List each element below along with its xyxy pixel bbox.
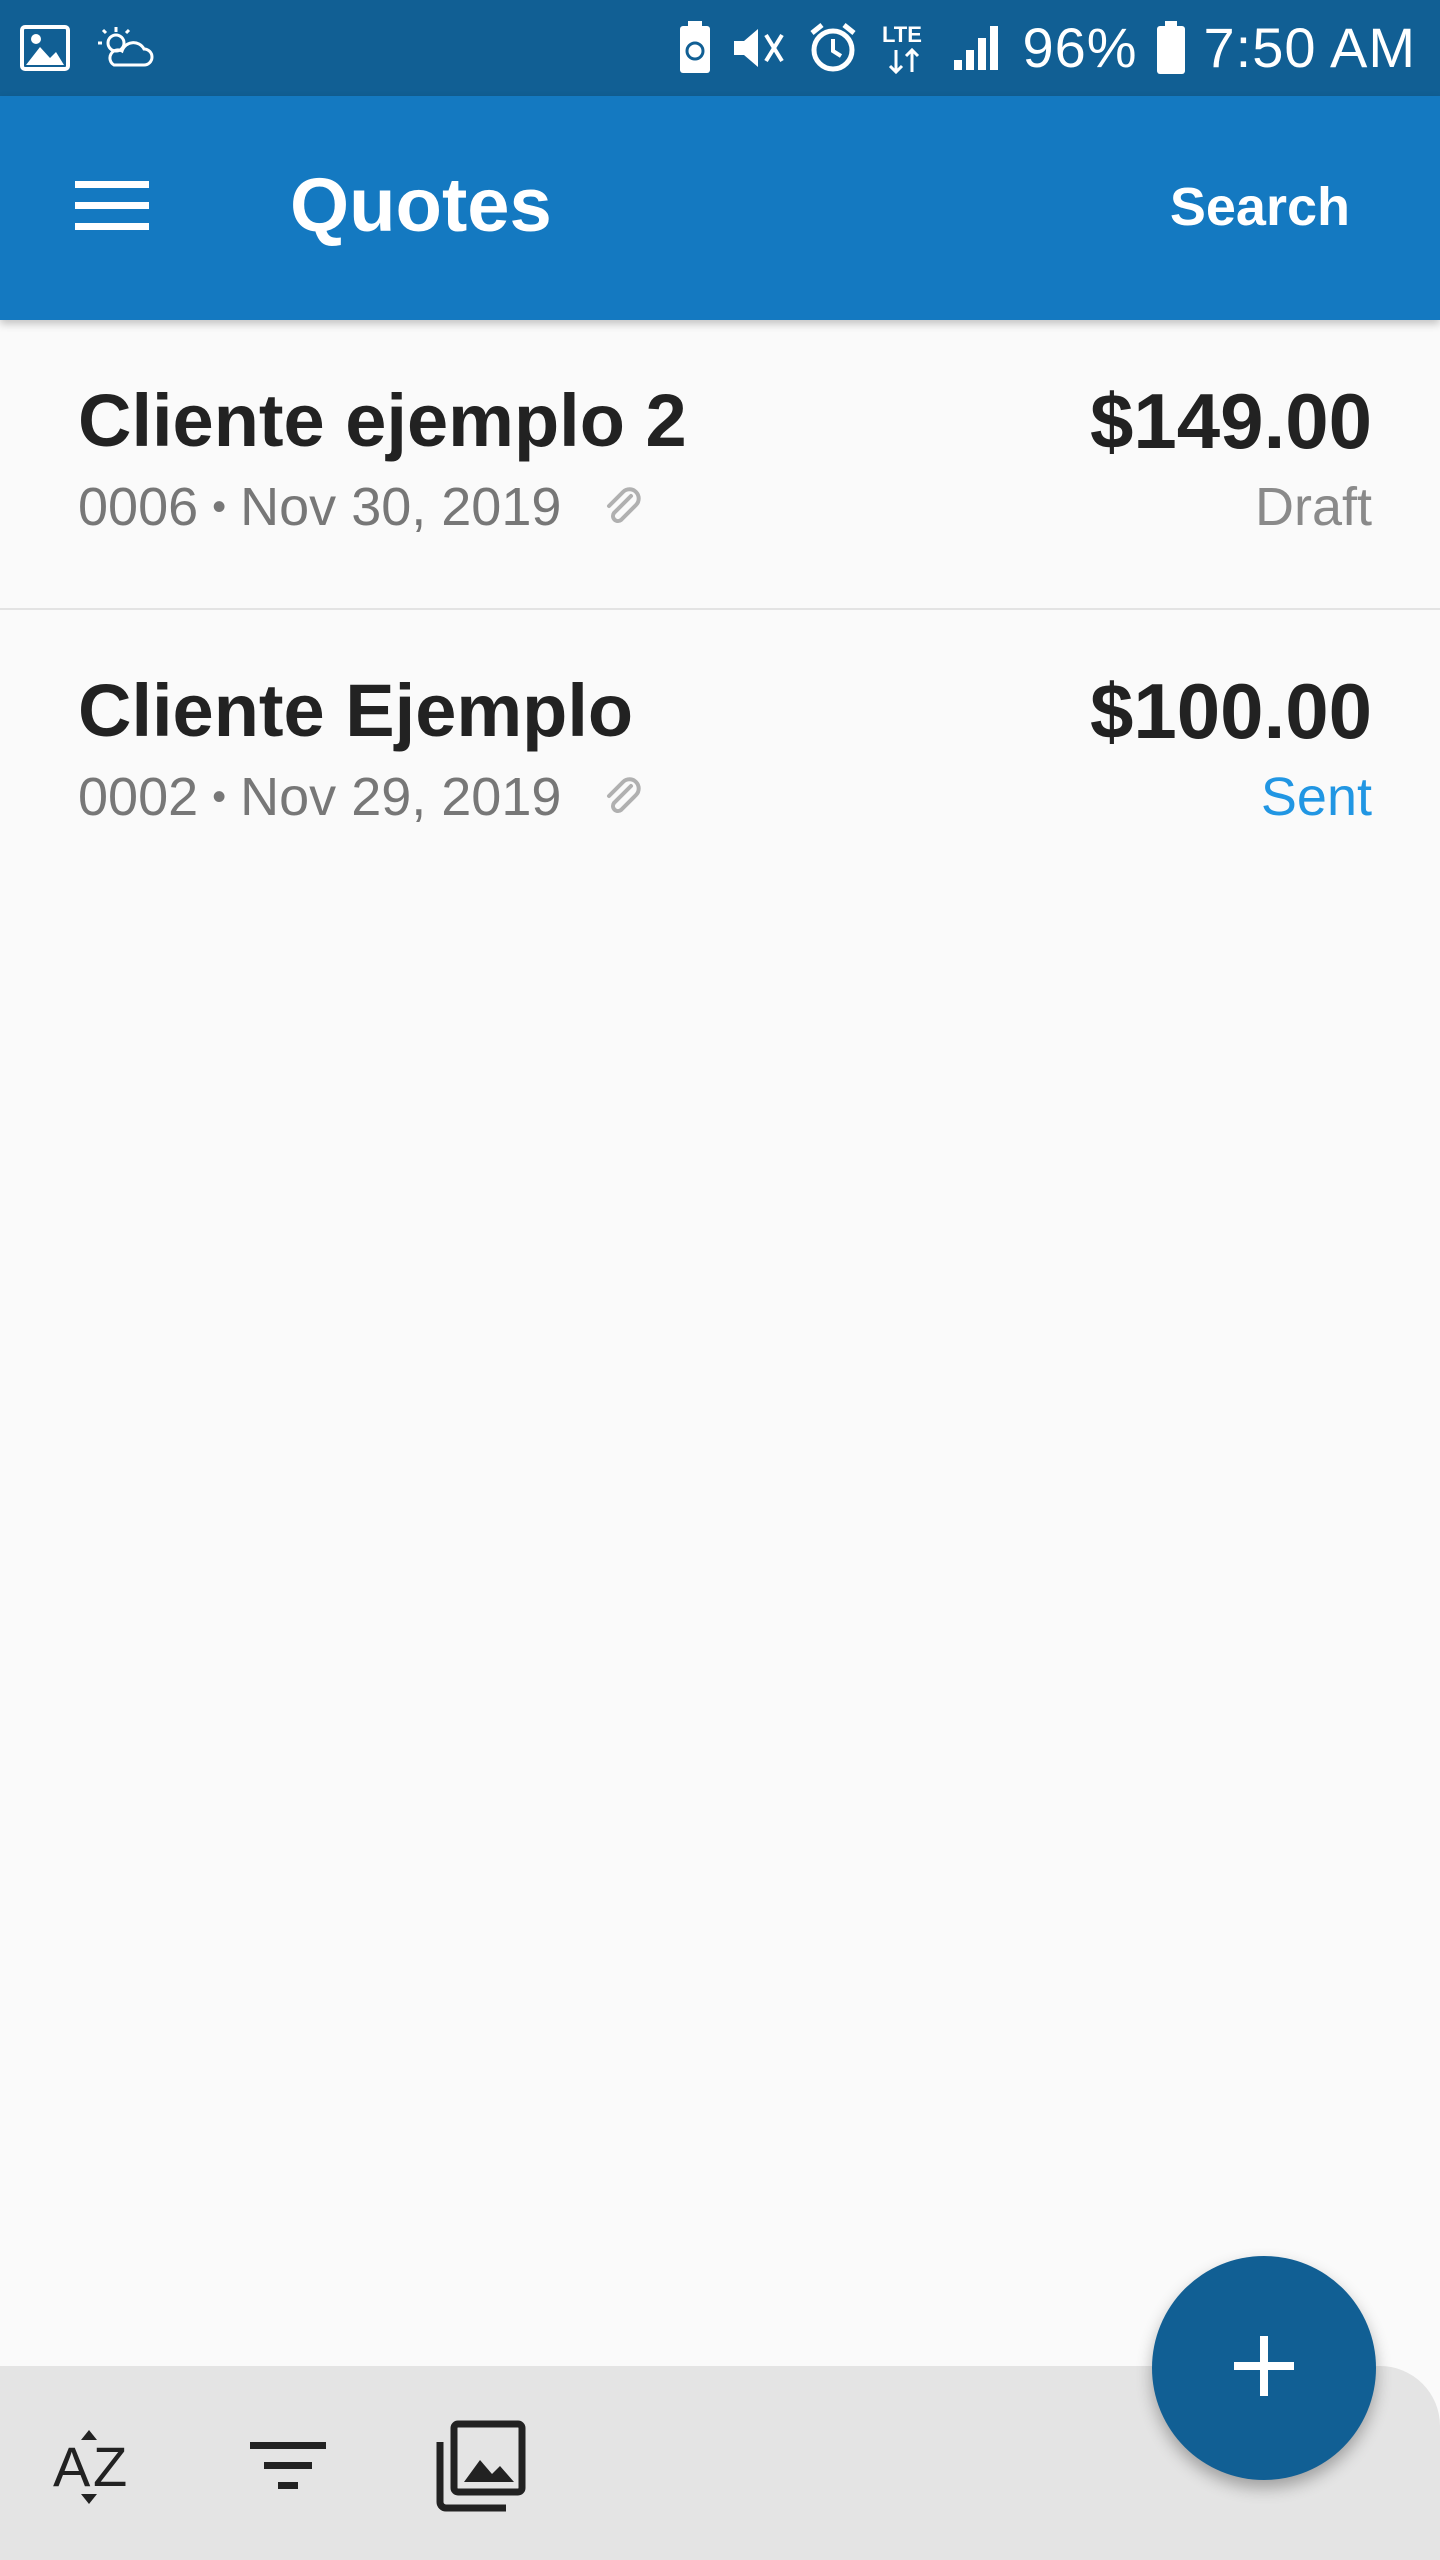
alarm-icon xyxy=(806,21,860,75)
attachment-icon xyxy=(601,776,643,818)
quote-date: Nov 30, 2019 xyxy=(240,477,562,537)
mute-icon xyxy=(730,23,788,73)
filter-icon xyxy=(250,2440,326,2497)
lte-icon: LTE xyxy=(878,20,934,76)
svg-text:A: A xyxy=(53,2435,91,2498)
status-left-icons xyxy=(20,25,154,71)
separator-dot: • xyxy=(212,485,227,529)
sort-az-button[interactable]: A Z xyxy=(46,2418,146,2518)
attachment-icon xyxy=(601,486,643,528)
add-quote-button[interactable] xyxy=(1152,2256,1376,2480)
gallery-view-button[interactable] xyxy=(430,2418,530,2518)
status-badge: Draft xyxy=(1254,477,1372,537)
quote-number: 0002 xyxy=(78,767,199,827)
quote-number: 0006 xyxy=(78,477,199,537)
clock-time: 7:50 AM xyxy=(1203,16,1416,79)
sort-az-icon: A Z xyxy=(51,2424,141,2513)
gallery-view-icon xyxy=(434,2420,526,2517)
status-badge: Sent xyxy=(1260,767,1372,827)
quote-meta: 0006 • Nov 30, 2019 xyxy=(78,480,643,534)
quote-amount: $149.00 xyxy=(1090,377,1372,465)
menu-button[interactable] xyxy=(64,166,160,250)
quote-meta: 0002 • Nov 29, 2019 xyxy=(78,770,643,824)
status-right-icons: LTE 96% 7:50 AM xyxy=(678,20,1416,76)
quote-amount: $100.00 xyxy=(1090,667,1372,755)
plus-icon xyxy=(1232,2334,1296,2403)
quote-list-item[interactable]: Cliente ejemplo 2 0006 • Nov 30, 2019 $1… xyxy=(0,320,1440,610)
svg-text:Z: Z xyxy=(93,2435,127,2498)
lte-label: LTE xyxy=(882,22,922,47)
search-button[interactable]: Search xyxy=(1170,180,1350,234)
filter-button[interactable] xyxy=(238,2418,338,2518)
quote-list: Cliente ejemplo 2 0006 • Nov 30, 2019 $1… xyxy=(0,320,1440,900)
status-bar: LTE 96% 7:50 AM xyxy=(0,0,1440,96)
battery-saver-icon xyxy=(678,21,712,75)
quote-date: Nov 29, 2019 xyxy=(240,767,562,827)
app-bar: Quotes Search xyxy=(0,96,1440,320)
client-name: Cliente ejemplo 2 xyxy=(78,379,687,462)
signal-icon xyxy=(952,24,1004,72)
hamburger-menu-icon xyxy=(75,179,149,238)
page-title: Quotes xyxy=(290,163,552,248)
weather-icon xyxy=(96,25,154,71)
gallery-icon xyxy=(20,25,70,71)
client-name: Cliente Ejemplo xyxy=(78,669,634,752)
battery-percent: 96% xyxy=(1022,16,1138,79)
battery-icon xyxy=(1156,21,1186,75)
quote-list-item[interactable]: Cliente Ejemplo 0002 • Nov 29, 2019 $100… xyxy=(0,610,1440,900)
separator-dot: • xyxy=(212,775,227,819)
